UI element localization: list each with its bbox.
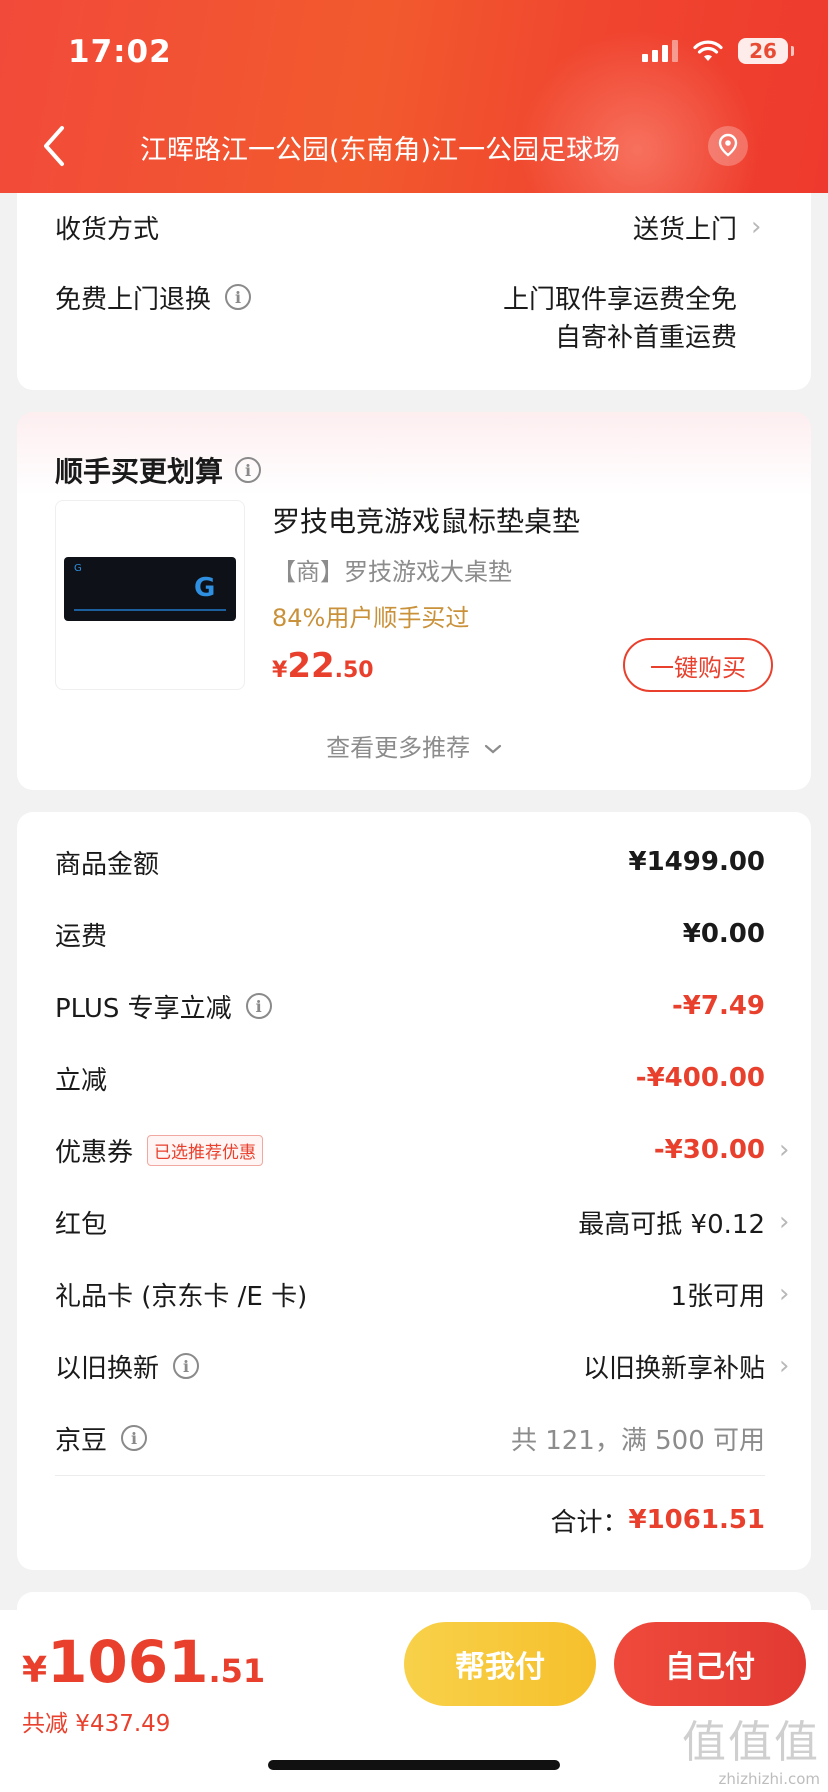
chevron-right-icon: › [751,212,762,242]
summary-row: 立减 -¥400.00 [55,1063,765,1096]
chevron-left-icon [44,126,64,166]
info-icon[interactable]: i [225,284,252,310]
price-summary-card: 商品金额 ¥1499.00 运费 ¥0.00 PLUS 专享立减 i -¥7.49… [17,812,811,1570]
pay-myself-button[interactable]: 自己付 [614,1622,806,1706]
free-return-line1: 上门取件享运费全免 [502,284,737,315]
watermark-url: zhizhizhi.com [718,1770,820,1788]
coupon-tag: 已选推荐优惠 [147,1134,264,1166]
summary-row: 商品金额 ¥1499.00 [55,847,765,880]
total-label: 合计： [550,1507,629,1538]
free-return-row: 免费上门退换 i 上门取件享运费全免 [55,277,765,317]
chevron-right-icon: › [779,1135,790,1165]
divider [55,1475,765,1476]
product-image[interactable]: G G [55,500,245,690]
delivery-method-value: 送货上门 [632,214,737,245]
chevron-right-icon: › [779,1279,790,1309]
free-return-label: 免费上门退换 [55,284,212,315]
status-time: 17:02 [68,34,172,70]
status-icons: 26 [642,38,794,64]
help-me-pay-button[interactable]: 帮我付 [404,1622,596,1706]
info-icon[interactable]: i [245,993,272,1019]
chevron-down-icon [484,744,501,754]
product-name[interactable]: 罗技电竞游戏鼠标垫桌垫 [272,500,580,540]
delivery-method-row[interactable]: 收货方式 送货上门 › [55,207,765,247]
chevron-right-icon: › [779,1351,790,1381]
watermark-logo: 值值值 [682,1717,820,1768]
product-subtitle: 【商】罗技游戏大桌垫 [272,558,512,586]
delivery-address[interactable]: 江晖路江一公园(东南角)江一公园足球场 [140,128,620,167]
jd-beans-row: 京豆 i 共 121，满 500 可用 [55,1425,765,1456]
free-return-row-2: 自寄补首重运费 [55,315,765,355]
delivery-method-label: 收货方式 [55,214,160,245]
back-button[interactable] [40,124,70,168]
red-packet-row[interactable]: 红包 最高可抵 ¥0.12 › [55,1200,793,1244]
info-icon[interactable]: i [121,1425,148,1451]
more-recommend-link[interactable]: 查看更多推荐 [17,728,811,763]
summary-row: PLUS 专享立减 i -¥7.49 [55,991,765,1024]
logo-mark: G [74,563,82,574]
gift-card-row[interactable]: 礼品卡 (京东卡 /E 卡) 1张可用 › [55,1272,793,1316]
signal-icon [642,40,678,62]
total-value: ¥1061.51 [628,1505,765,1535]
total-row: 合计： ¥1061.51 [55,1498,765,1542]
recommend-title-text: 顺手买更划算 [55,455,224,488]
checkout-bar: ¥1061.51 共减 ¥437.49 帮我付 自己付 值值值 zhizhizh… [0,1610,828,1792]
mousepad-image: G G [64,557,236,621]
trade-in-row[interactable]: 以旧换新 i 以旧换新享补贴 › [55,1344,793,1388]
coupon-row[interactable]: 优惠券 已选推荐优惠 -¥30.00 › [55,1128,793,1172]
header-bar: 17:02 26 江晖路江一公园(东南角)江一公园足球场 [0,0,828,193]
summary-row: 运费 ¥0.00 [55,919,765,952]
chevron-right-icon: › [779,1207,790,1237]
location-pin-icon [718,133,738,157]
free-return-line2: 自寄补首重运费 [554,322,737,353]
info-icon[interactable]: i [235,457,262,483]
wifi-icon [693,40,723,61]
payable-amount: ¥1061.51 [22,1628,266,1696]
product-price: ¥22.50 [272,646,374,686]
one-click-buy-button[interactable]: 一键购买 [623,638,773,692]
battery-icon: 26 [738,38,794,64]
home-indicator [268,1760,560,1770]
location-button[interactable] [708,126,748,166]
product-sold-info: 84%用户顺手买过 [272,604,470,632]
info-icon[interactable]: i [173,1353,200,1379]
recommend-card: 顺手买更划算 i G G 罗技电竞游戏鼠标垫桌垫 【商】罗技游戏大桌垫 84%用… [17,412,811,790]
delivery-card: 收货方式 送货上门 › 免费上门退换 i 上门取件享运费全免 自寄补首重运费 [17,193,811,390]
total-saved: 共减 ¥437.49 [22,1711,171,1737]
recommend-title: 顺手买更划算 i [55,450,262,490]
logitech-logo: G [194,573,216,603]
watermark: 值值值 zhizhizhi.com [682,1706,820,1788]
